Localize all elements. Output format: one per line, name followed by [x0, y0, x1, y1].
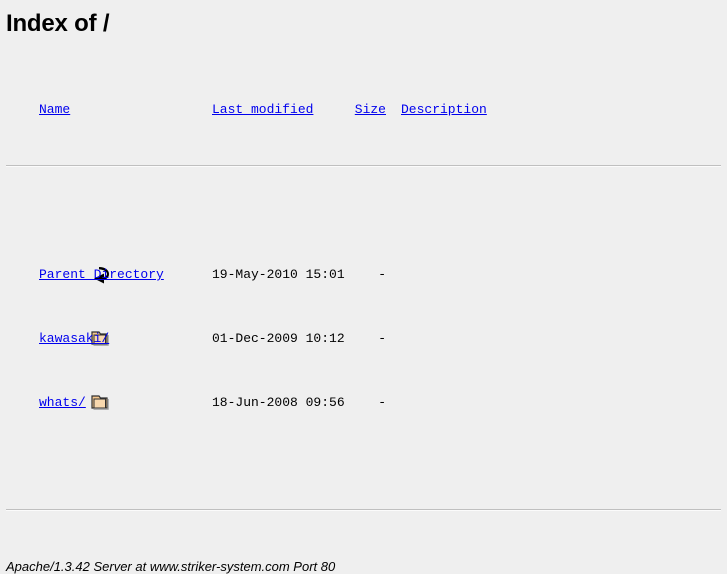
link-parent-directory[interactable]: Parent Directory: [39, 267, 164, 282]
column-header-last-modified-cell: Last modified: [212, 103, 313, 116]
column-header-size[interactable]: Size: [355, 102, 386, 117]
directory-listing: Name Last modified Size Description Pare…: [6, 64, 721, 550]
table-row: whats/ 18-Jun-2008 09:56 -: [6, 395, 721, 421]
row-size: -: [378, 331, 386, 346]
column-header-name-cell: Name: [39, 103, 70, 116]
row-size: -: [378, 267, 386, 282]
row-last-modified: 19-May-2010 15:01: [212, 267, 345, 282]
table-body: Parent Directory 19-May-2010 15:01 - kaw…: [6, 206, 721, 460]
table-row: kawasaki/ 01-Dec-2009 10:12 -: [6, 331, 721, 357]
link-whats[interactable]: whats/: [39, 395, 86, 410]
row-last-modified: 01-Dec-2009 10:12: [212, 331, 345, 346]
column-header-name[interactable]: Name: [39, 102, 70, 117]
folder-icon: [13, 328, 109, 348]
column-header-size-cell: Size: [327, 103, 386, 116]
row-name-cell: Parent Directory: [39, 268, 164, 281]
row-size: -: [378, 395, 386, 410]
header-divider: [6, 165, 721, 167]
column-header-description[interactable]: Description: [401, 102, 487, 117]
row-name-cell: whats/: [39, 396, 86, 409]
page-title: Index of /: [6, 10, 110, 37]
server-signature: Apache/1.3.42 Server at www.striker-syst…: [6, 559, 336, 574]
back-arrow-icon: [13, 264, 110, 284]
column-header-last-modified[interactable]: Last modified: [212, 102, 313, 117]
folder-icon: [13, 392, 109, 412]
link-kawasaki[interactable]: kawasaki/: [39, 331, 109, 346]
row-name-cell: kawasaki/: [39, 332, 109, 345]
column-header-description-cell: Description: [401, 103, 487, 116]
footer-divider: [6, 509, 721, 511]
directory-index-page: Index of / Name Last modified Size Descr…: [0, 10, 727, 574]
table-header-row: Name Last modified Size Description: [6, 103, 721, 123]
row-last-modified: 18-Jun-2008 09:56: [212, 395, 345, 410]
table-row: Parent Directory 19-May-2010 15:01 -: [6, 267, 721, 293]
